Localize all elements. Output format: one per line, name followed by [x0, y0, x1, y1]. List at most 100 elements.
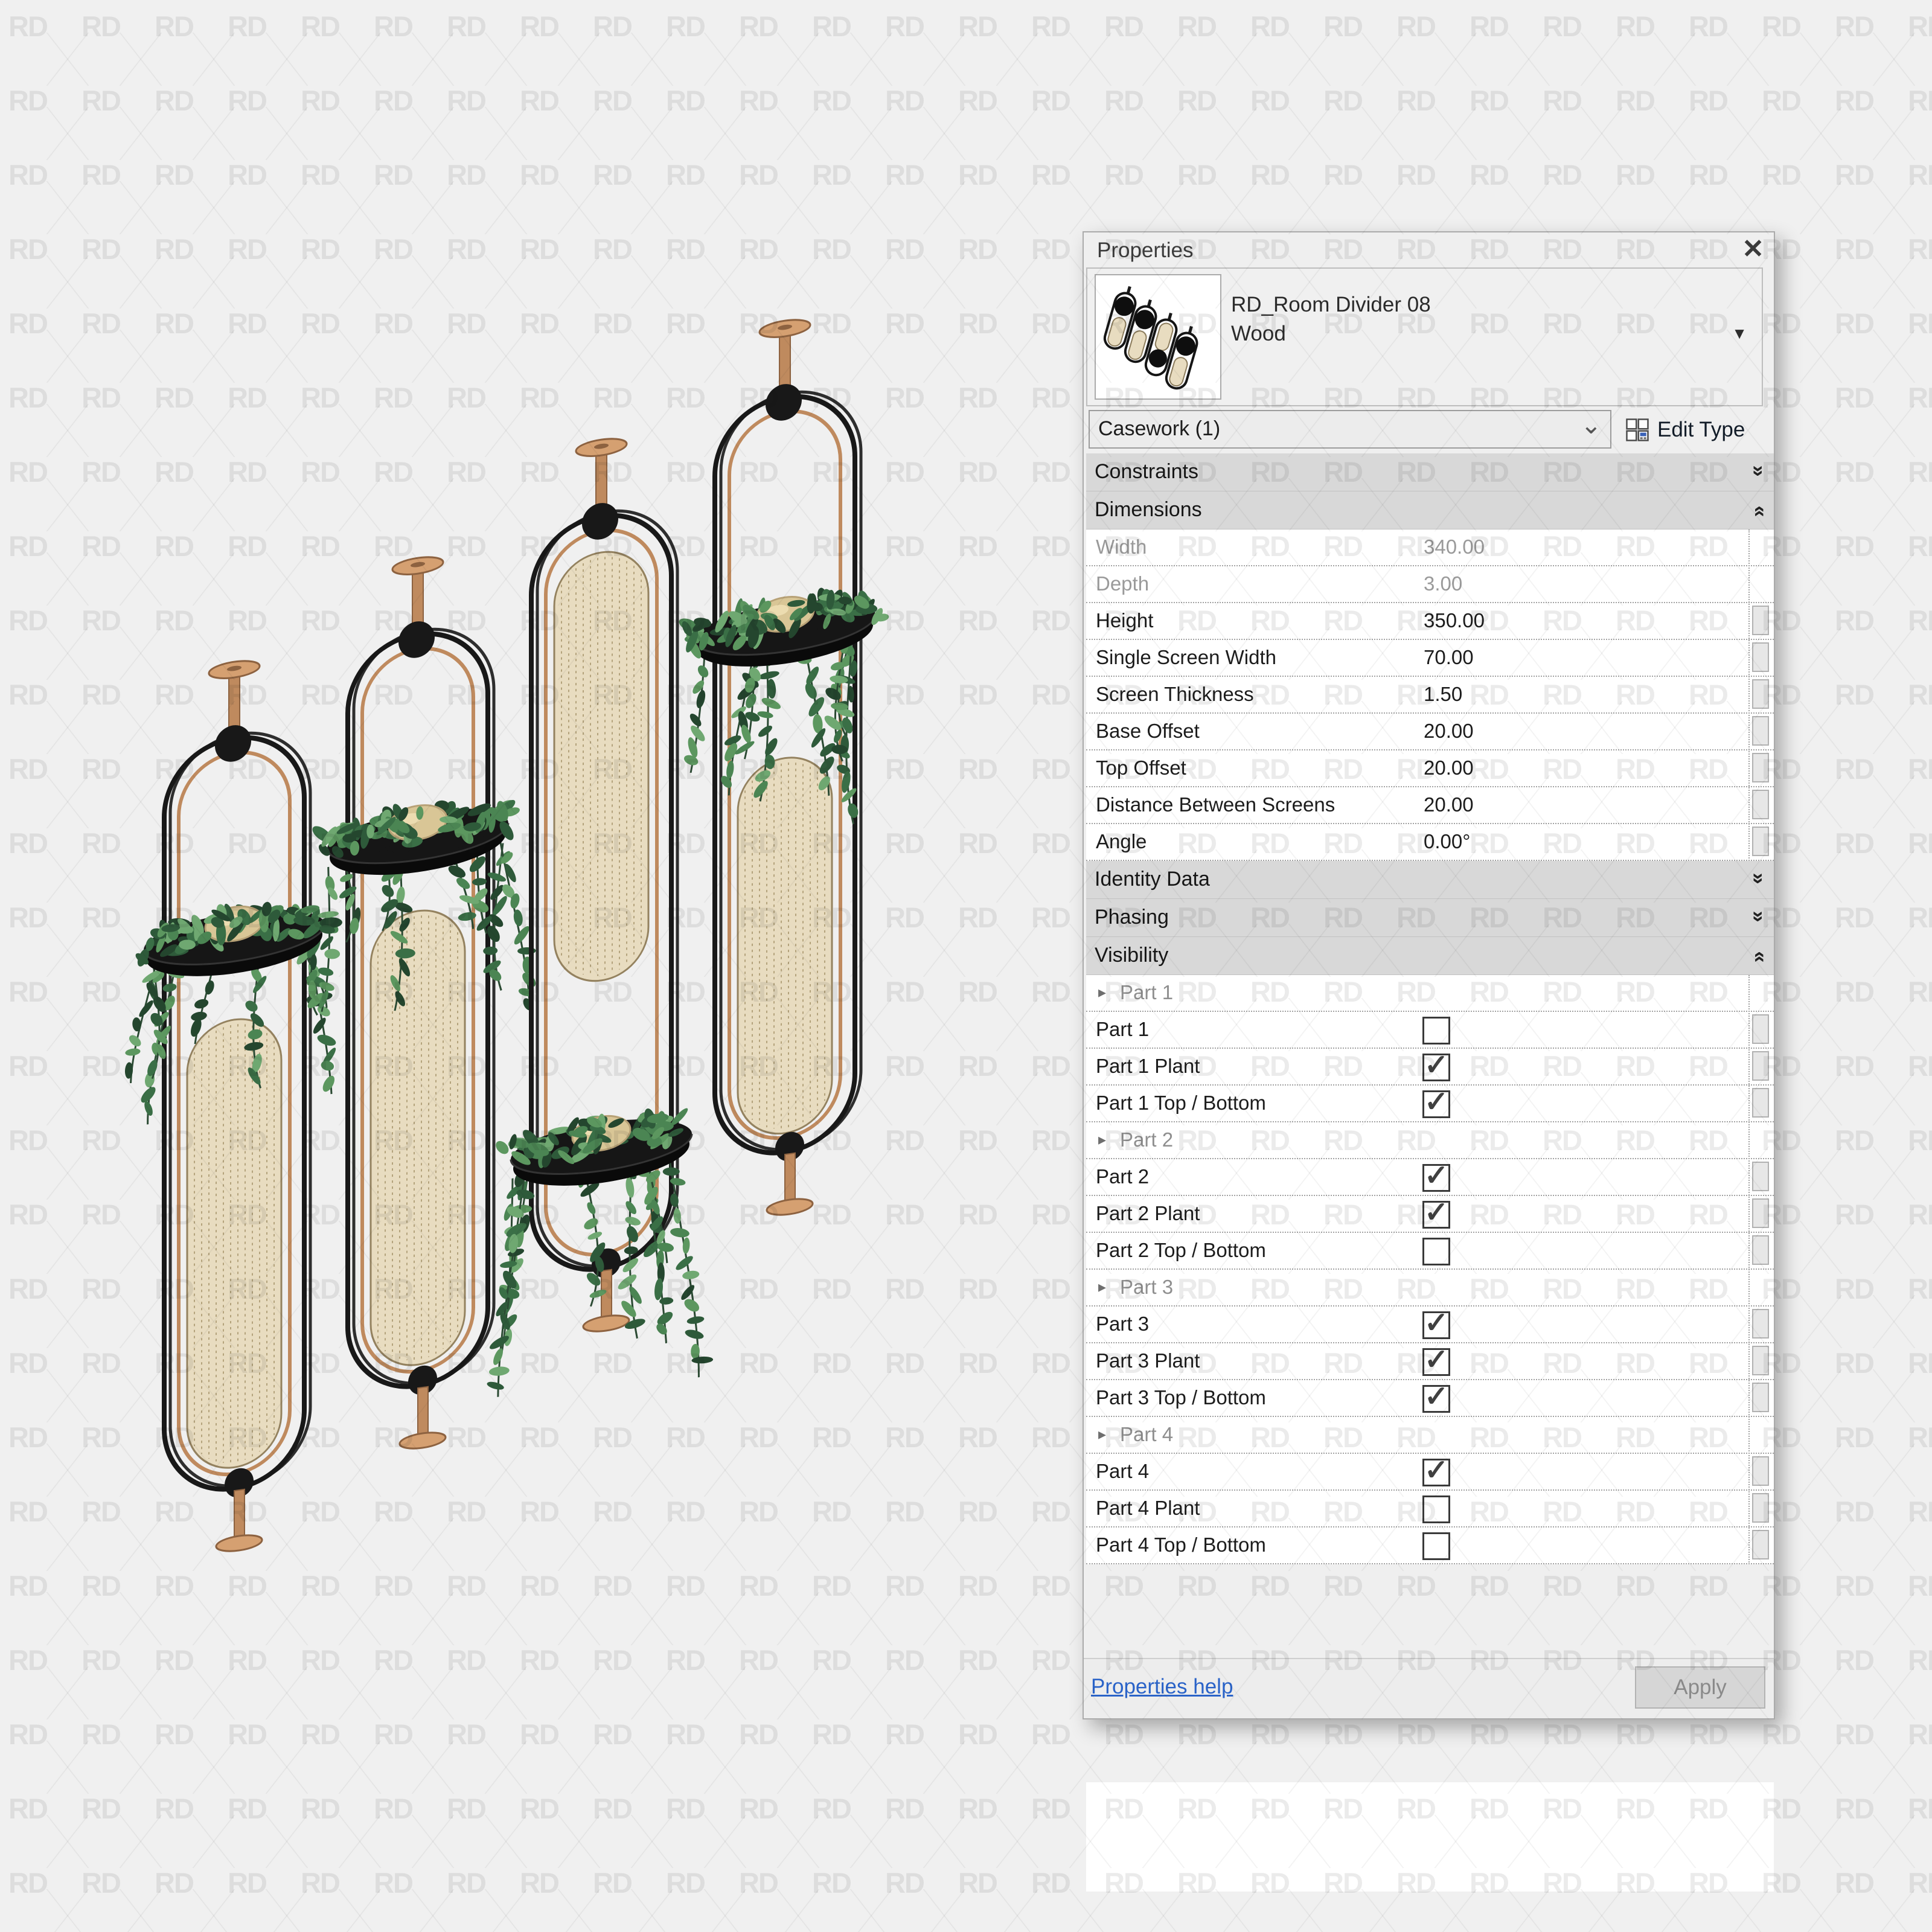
- checkbox[interactable]: ✓: [1422, 1454, 1450, 1486]
- row-side-button[interactable]: [1752, 790, 1769, 819]
- property-row: Single Screen Width 70.00: [1086, 640, 1774, 677]
- row-side-button[interactable]: [1752, 716, 1769, 746]
- row-side-button[interactable]: [1752, 1383, 1769, 1412]
- check-icon: ✓: [1424, 1160, 1449, 1192]
- property-row: Part 1 Top / Bottom ✓: [1086, 1086, 1774, 1122]
- property-label: Top Offset: [1096, 756, 1186, 779]
- row-side-button[interactable]: [1752, 827, 1769, 856]
- check-icon: ✓: [1424, 1197, 1449, 1229]
- row-side-button[interactable]: [1752, 1309, 1769, 1339]
- property-row: Screen Thickness 1.50: [1086, 677, 1774, 714]
- edit-type-button[interactable]: Edit Type: [1625, 409, 1745, 451]
- edit-type-label: Edit Type: [1657, 418, 1745, 441]
- type-thumbnail[interactable]: [1095, 274, 1221, 400]
- property-row: Top Offset 20.00: [1086, 750, 1774, 787]
- row-side-button[interactable]: [1752, 1530, 1769, 1559]
- property-row: ▸ Part 4: [1086, 1417, 1774, 1454]
- selection-combobox[interactable]: Casework (1) ⌄: [1089, 410, 1611, 449]
- group-expand-arrow-icon[interactable]: ▸: [1098, 1270, 1106, 1304]
- property-label: Part 1 Top / Bottom: [1096, 1092, 1266, 1114]
- property-value[interactable]: 350.00: [1424, 603, 1485, 638]
- property-value: 340.00: [1424, 536, 1485, 558]
- property-value[interactable]: 0.00°: [1424, 824, 1470, 859]
- chevron-down-icon[interactable]: »: [1747, 873, 1770, 884]
- row-side-button[interactable]: [1752, 1162, 1769, 1191]
- section-header-dimensions[interactable]: Dimensions »: [1086, 491, 1774, 529]
- section-header-identity[interactable]: Identity Data »: [1086, 861, 1774, 899]
- property-row: ▸ Part 1: [1086, 975, 1774, 1012]
- checkbox[interactable]: [1422, 1238, 1450, 1265]
- row-side-button[interactable]: [1752, 606, 1769, 635]
- row-side-button[interactable]: [1752, 642, 1769, 672]
- property-row: Angle 0.00°: [1086, 824, 1774, 861]
- property-label: Part 4 Top / Bottom: [1096, 1534, 1266, 1556]
- row-side-button[interactable]: [1752, 1235, 1769, 1265]
- property-label: Height: [1096, 609, 1154, 632]
- check-icon: ✓: [1424, 1049, 1449, 1081]
- checkbox[interactable]: ✓: [1422, 1160, 1450, 1192]
- section-header-label: Phasing: [1095, 906, 1169, 929]
- hanging-planter: [487, 1108, 714, 1397]
- property-label: Part 2 Top / Bottom: [1096, 1239, 1266, 1261]
- property-value[interactable]: 20.00: [1424, 750, 1474, 785]
- property-value[interactable]: 20.00: [1424, 714, 1474, 748]
- screenshot-stage: Properties ✕ RD_Room Divider 08 Wood ▼ C…: [0, 0, 1932, 1932]
- section-header-visibility[interactable]: Visibility »: [1086, 937, 1774, 975]
- panel-title-bar: Properties ✕: [1084, 232, 1774, 267]
- property-value[interactable]: 70.00: [1424, 640, 1474, 674]
- property-row: Part 2 Plant ✓: [1086, 1196, 1774, 1233]
- row-side-button[interactable]: [1752, 753, 1769, 782]
- property-label: Base Offset: [1096, 720, 1200, 742]
- properties-help-link[interactable]: Properties help: [1091, 1675, 1233, 1699]
- property-label: Part 2: [1096, 1165, 1150, 1188]
- group-expand-arrow-icon[interactable]: ▸: [1098, 1417, 1106, 1451]
- checkbox[interactable]: ✓: [1422, 1049, 1450, 1081]
- group-expand-arrow-icon[interactable]: ▸: [1098, 1122, 1106, 1157]
- property-label: Width: [1096, 536, 1147, 558]
- row-side-button[interactable]: [1752, 1346, 1769, 1375]
- property-row: Part 3 ✓: [1086, 1307, 1774, 1343]
- property-row: Part 2 Top / Bottom: [1086, 1233, 1774, 1270]
- section-header-phasing[interactable]: Phasing »: [1086, 899, 1774, 937]
- properties-panel: Properties ✕ RD_Room Divider 08 Wood ▼ C…: [1083, 231, 1775, 1892]
- section-header-label: Visibility: [1095, 944, 1169, 967]
- property-label: Depth: [1096, 572, 1150, 595]
- checkbox[interactable]: ✓: [1422, 1197, 1450, 1229]
- checkbox[interactable]: [1422, 1017, 1450, 1044]
- row-side-button[interactable]: [1752, 1456, 1769, 1486]
- type-dropdown-arrow-icon[interactable]: ▼: [1732, 324, 1747, 343]
- apply-button[interactable]: Apply: [1635, 1666, 1765, 1709]
- type-name: RD_Room Divider 08: [1231, 293, 1431, 316]
- property-row: Distance Between Screens 20.00: [1086, 787, 1774, 824]
- chevron-down-icon[interactable]: »: [1747, 465, 1770, 477]
- checkbox[interactable]: ✓: [1422, 1381, 1450, 1413]
- checkbox[interactable]: ✓: [1422, 1086, 1450, 1118]
- checkbox[interactable]: ✓: [1422, 1307, 1450, 1339]
- property-label: Screen Thickness: [1096, 683, 1254, 705]
- property-value[interactable]: 1.50: [1424, 677, 1462, 711]
- row-side-button[interactable]: [1752, 1198, 1769, 1228]
- chevron-up-icon[interactable]: »: [1747, 505, 1770, 517]
- chevron-down-icon[interactable]: »: [1747, 911, 1770, 923]
- chevron-up-icon[interactable]: »: [1747, 951, 1770, 962]
- checkbox[interactable]: [1422, 1495, 1450, 1523]
- property-group-label: Part 2: [1120, 1128, 1174, 1151]
- checkbox[interactable]: [1422, 1532, 1450, 1560]
- selection-row: Casework (1) ⌄ Edit Type: [1086, 408, 1774, 453]
- row-side-button[interactable]: [1752, 1051, 1769, 1081]
- row-side-button[interactable]: [1752, 1088, 1769, 1118]
- combo-chevron-icon: ⌄: [1580, 411, 1602, 439]
- selection-combobox-value: Casework (1): [1098, 417, 1221, 440]
- row-side-button[interactable]: [1752, 1493, 1769, 1523]
- row-side-button[interactable]: [1752, 1014, 1769, 1044]
- section-header-constraints[interactable]: Constraints »: [1086, 453, 1774, 491]
- property-row: Part 1: [1086, 1012, 1774, 1049]
- checkbox[interactable]: ✓: [1422, 1344, 1450, 1376]
- panel-footer: Properties help Apply: [1084, 1658, 1774, 1718]
- property-row: Depth 3.00: [1086, 566, 1774, 603]
- close-icon[interactable]: ✕: [1742, 234, 1764, 265]
- property-value[interactable]: 20.00: [1424, 787, 1474, 822]
- group-expand-arrow-icon[interactable]: ▸: [1098, 975, 1106, 1009]
- row-side-button[interactable]: [1752, 679, 1769, 709]
- property-row: Part 4 Top / Bottom: [1086, 1527, 1774, 1564]
